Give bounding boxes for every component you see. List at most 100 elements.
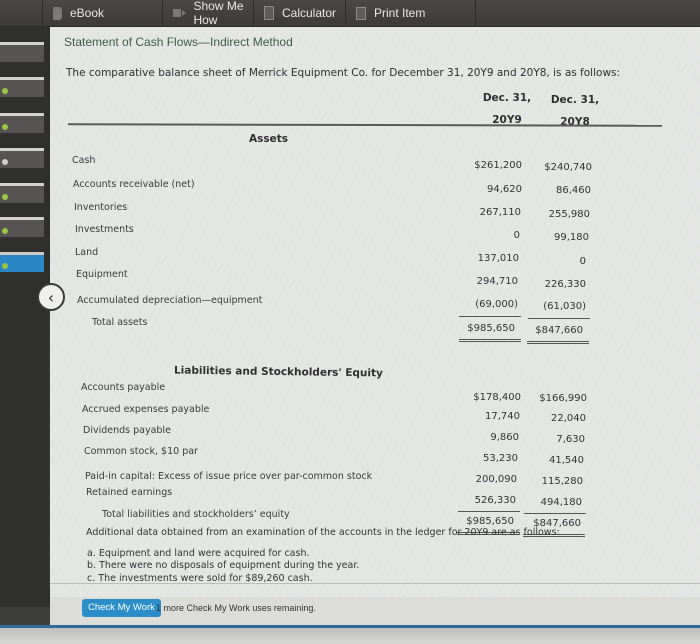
top-toolbar: eBook Show Me How Calculator Print Item [0, 0, 700, 27]
value-20y9: $178,400 [473, 392, 521, 403]
sidebar-item-4[interactable] [0, 148, 44, 168]
status-dot-icon [2, 124, 8, 130]
row-label: Investments [75, 224, 134, 235]
value-20y8: 22,040 [551, 413, 586, 424]
value-20y9: 200,090 [475, 474, 517, 485]
sidebar-item-3[interactable] [0, 113, 44, 133]
row-label: Cash [72, 155, 96, 166]
calculator-label: Calculator [282, 6, 337, 20]
problem-content: Statement of Cash Flows—Indirect Method … [50, 27, 700, 597]
print-icon [356, 6, 366, 20]
row-label: Accumulated depreciation—equipment [77, 295, 263, 306]
value-20y9: $261,200 [474, 160, 522, 171]
column-header-line2: 20Y9 [492, 114, 522, 126]
value-20y8: 226,330 [544, 279, 586, 290]
status-dot-icon [2, 88, 8, 94]
value-20y9: 94,620 [487, 184, 522, 195]
value-20y9: (69,000) [475, 299, 518, 310]
liabilities-heading: Liabilities and Stockholders' Equity [173, 364, 383, 380]
value-20y8: 41,540 [549, 455, 584, 466]
ebook-button[interactable]: eBook [42, 0, 162, 26]
row-label: Accounts payable [81, 382, 166, 393]
sidebar-item-5[interactable] [0, 183, 44, 203]
total-double-rule [459, 339, 521, 342]
toolbar-empty-area [475, 0, 700, 26]
value-20y9: 9,860 [490, 432, 519, 443]
book-icon [53, 6, 62, 20]
show-me-how-button[interactable]: Show Me How [162, 0, 253, 27]
print-item-label: Print Item [374, 6, 426, 20]
additional-item-c: c. The investments were sold for $89,260… [87, 573, 313, 582]
calculator-button[interactable]: Calculator [253, 0, 345, 26]
status-dot-icon [2, 263, 8, 269]
problem-intro: The comparative balance sheet of Merrick… [66, 67, 621, 79]
value-20y8: 255,980 [548, 209, 590, 220]
row-label: Common stock, $10 par [84, 446, 198, 457]
value-20y8: 7,630 [556, 434, 585, 445]
print-item-button[interactable]: Print Item [345, 0, 475, 26]
status-dot-icon [2, 228, 8, 234]
value-20y8: $240,740 [544, 162, 592, 173]
show-me-how-label: Show Me How [193, 0, 244, 27]
problem-title: Statement of Cash Flows—Indirect Method [64, 35, 293, 49]
value-20y8: 115,280 [541, 476, 583, 487]
row-label: Accounts receivable (net) [73, 179, 195, 190]
value-20y8: 99,180 [554, 232, 589, 243]
value-20y8: 494,180 [540, 497, 582, 508]
value-20y9: 267,110 [479, 207, 521, 218]
column-header-line2: 20Y8 [560, 116, 590, 128]
content-divider [50, 583, 700, 584]
total-assets-20y8: $847,660 [535, 325, 583, 336]
sidebar-item-2[interactable] [0, 77, 44, 97]
additional-data-intro: Additional data obtained from an examina… [86, 527, 560, 538]
row-label: Retained earnings [86, 487, 173, 498]
value-20y8: 0 [579, 256, 586, 267]
sidebar-item-7-active[interactable] [0, 252, 44, 272]
row-label: Accrued expenses payable [82, 404, 210, 415]
value-20y9: 526,330 [474, 495, 516, 506]
header-rule [67, 123, 663, 127]
check-remaining-note: 1 more Check My Work uses remaining. [156, 603, 316, 613]
row-label: Dividends payable [83, 425, 171, 436]
value-20y8: $166,990 [539, 393, 587, 404]
total-liabilities-20y9: $985,650 [466, 516, 514, 527]
additional-item-b: b. There were no disposals of equipment … [87, 560, 360, 571]
chevron-left-icon: ‹ [47, 287, 55, 307]
value-20y9: 17,740 [485, 411, 520, 422]
row-label: Equipment [76, 269, 128, 280]
row-label: Paid-in capital: Excess of issue price o… [85, 471, 373, 482]
value-20y8: 86,460 [556, 185, 591, 196]
subtotal-rule [528, 318, 590, 319]
status-dot-icon [2, 194, 8, 200]
additional-item-a: a. Equipment and land were acquired for … [87, 548, 310, 559]
column-header-line1: Dec. 31, [482, 92, 532, 104]
status-dot-icon [2, 159, 8, 165]
footer-bar: Check My Work 1 more Check My Work uses … [50, 597, 700, 625]
row-label: Inventories [74, 202, 128, 213]
video-icon [173, 9, 188, 17]
value-20y8: (61,030) [543, 301, 586, 312]
collapse-sidebar-button[interactable]: ‹ [37, 283, 65, 311]
assets-heading: Assets [249, 133, 289, 145]
column-header-line1: Dec. 31, [550, 94, 600, 106]
sidebar-item-1[interactable] [0, 42, 44, 62]
value-20y9: 137,010 [477, 253, 519, 264]
value-20y9: 294,710 [476, 276, 518, 287]
total-double-rule [527, 341, 589, 344]
total-liabilities-equity-label: Total liabilities and stockholders’ equi… [102, 509, 290, 520]
sidebar-item-6[interactable] [0, 217, 44, 237]
row-label: Land [75, 247, 99, 258]
subtotal-rule [458, 511, 520, 512]
total-assets-20y9: $985,650 [467, 323, 515, 334]
bottom-edge [0, 625, 700, 644]
check-my-work-button[interactable]: Check My Work [82, 599, 161, 617]
subtotal-rule [459, 316, 521, 317]
value-20y9: 0 [513, 230, 520, 241]
ebook-label: eBook [70, 6, 105, 20]
value-20y9: 53,230 [483, 453, 518, 464]
question-nav-sidebar [0, 27, 50, 607]
subtotal-rule [524, 513, 586, 514]
calculator-icon [264, 6, 274, 20]
total-assets-label: Total assets [92, 317, 148, 328]
